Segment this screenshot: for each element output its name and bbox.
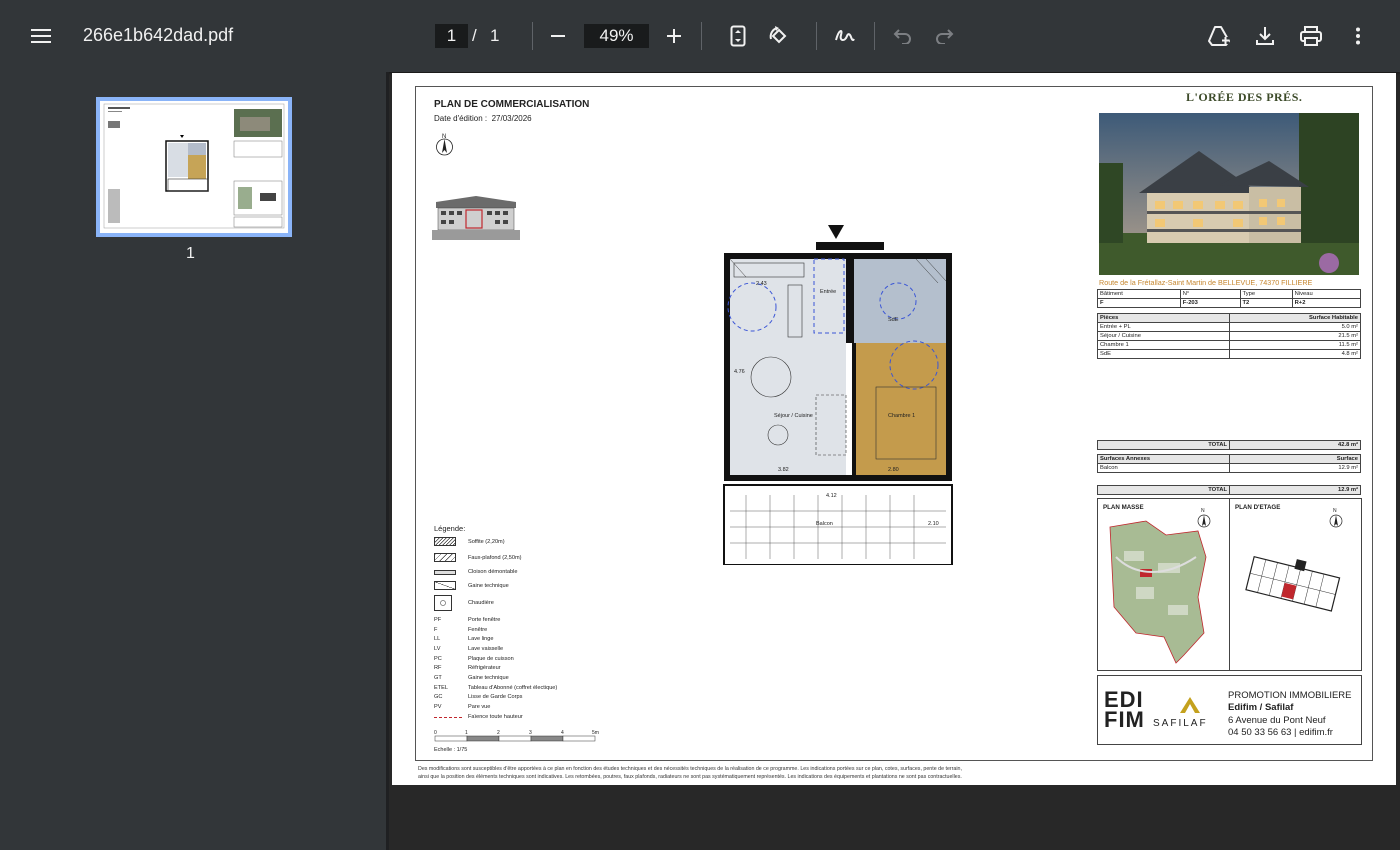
table-row: Chambre 1 11.5 m² [1097, 340, 1361, 350]
project-address: Route de la Frétallaz-Saint Martin de BE… [1099, 278, 1313, 287]
svg-text:4: 4 [561, 730, 564, 736]
north-arrow-icon: N [434, 131, 456, 162]
edition-date: Date d'édition : 27/03/2026 [434, 114, 532, 123]
room-label-sde: SdE [888, 317, 899, 323]
room-label-sejour: Séjour / Cuisine [774, 413, 813, 419]
svg-text:0: 0 [434, 730, 437, 736]
document-title: 266e1b642dad.pdf [83, 25, 234, 45]
undo-icon[interactable] [885, 18, 921, 54]
svg-text:N: N [1201, 508, 1205, 514]
zoom-out-icon[interactable] [540, 18, 576, 54]
rooms-table: Pièces Surface Habitable Entrée + PL 5.0 m… [1097, 313, 1361, 359]
more-icon[interactable] [1340, 18, 1376, 54]
legend-item: LL Lave linge [434, 636, 494, 642]
total-annex-row: TOTAL 12.9 m² [1097, 485, 1361, 495]
scale-label: Echelle : 1/75 [434, 747, 468, 753]
legend-item: F Fenêtre [434, 627, 488, 633]
developer-box: EDI FIM SAFILAF PROMOTION IMMOBILIERE Edi… [1097, 675, 1362, 745]
toolbar-divider [874, 22, 875, 50]
room-label-balcon: Balcon [816, 521, 833, 527]
save-to-drive-icon[interactable] [1201, 18, 1237, 54]
menu-icon[interactable] [23, 18, 59, 54]
page-frame: PLAN DE COMMERCIALISATION Date d'édition… [415, 86, 1373, 761]
dimension-label: 4.76 [734, 369, 745, 375]
dimension-label: 2.10 [928, 521, 939, 527]
svg-text:1: 1 [465, 730, 468, 736]
room-label-chambre: Chambre 1 [888, 413, 915, 419]
plan-masse-label: PLAN MASSE [1103, 504, 1144, 511]
annotate-icon[interactable] [826, 18, 862, 54]
promo-line: 04 50 33 56 63 | edifim.fr [1228, 727, 1333, 738]
legend-item: LV Lave vaisselle [434, 646, 504, 652]
pdf-page: PLAN DE COMMERCIALISATION Date d'édition… [392, 73, 1396, 785]
safilaf-logo-icon [1178, 696, 1202, 719]
svg-text:N: N [1333, 508, 1337, 514]
toolbar-divider [701, 22, 702, 50]
floor-plan: Entrée Séjour / Cuisine Chambre 1 SdE Ba… [716, 225, 956, 570]
site-plan-map [1106, 517, 1218, 670]
zoom-in-icon[interactable] [656, 18, 692, 54]
annex-table: Surfaces Annexes Surface Balcon 12.9 m² [1097, 454, 1361, 473]
page-number-input[interactable] [435, 24, 468, 48]
page-thumbnail[interactable] [96, 97, 292, 237]
dimension-label: 4.12 [826, 493, 837, 499]
legend-item: PV Pare vue [434, 704, 491, 710]
table-row: Balcon 12.9 m² [1097, 463, 1361, 473]
promo-line: 6 Avenue du Pont Neuf [1228, 715, 1326, 726]
legend-item: PF Porte fenêtre [434, 617, 501, 623]
total-habitable-row: TOTAL 42.8 m² [1097, 440, 1361, 450]
table-row: Séjour / Cuisine 21.5 m² [1097, 331, 1361, 341]
rotate-icon[interactable] [761, 18, 797, 54]
building-photo [1099, 113, 1359, 275]
fit-page-icon[interactable] [720, 18, 756, 54]
lot-info-table: Bâtiment N° Type Niveau F F-203 T2 R+2 [1097, 289, 1362, 308]
site-maps: PLAN MASSE PLAN D'ETAGE N N [1097, 498, 1362, 671]
download-icon[interactable] [1247, 18, 1283, 54]
thumbnail-page-preview [100, 101, 288, 233]
print-icon[interactable] [1293, 18, 1329, 54]
toolbar-divider [532, 22, 533, 50]
legend-item: PC Plaque de cuisson [434, 656, 514, 662]
room-label-entree: Entrée [820, 289, 836, 295]
svg-text:2: 2 [497, 730, 500, 736]
plan-etage-label: PLAN D'ETAGE [1235, 504, 1281, 511]
toolbar-divider [816, 22, 817, 50]
north-arrow-icon: N [1328, 507, 1344, 534]
legend-item: Faïence toute hauteur [434, 714, 523, 720]
zoom-input[interactable] [584, 24, 649, 48]
page-separator: / [472, 26, 477, 45]
page-total: 1 [490, 26, 500, 45]
legend-item: RF Réfrigérateur [434, 665, 501, 671]
dimension-label: 2.80 [888, 467, 899, 473]
page-title: PLAN DE COMMERCIALISATION [434, 99, 590, 110]
dimension-label: 3.82 [778, 467, 789, 473]
safilaf-logo-text: SAFILAF [1153, 718, 1208, 729]
legend-item: Faux-plafond (2,50m) [434, 553, 521, 562]
legend-title: Légende: [434, 524, 466, 533]
dimension-label: 2.43 [756, 281, 767, 287]
table-row: Entrée + PL 5.0 m² [1097, 322, 1361, 332]
legend-item: Chaudière [434, 595, 494, 611]
legend-item: ETEL Tableau d'Abonné (coffret électique) [434, 685, 558, 691]
disclaimer: Des modifications sont susceptibles d'êt… [418, 766, 962, 780]
table-row: SdE 4.8 m² [1097, 349, 1361, 359]
svg-text:3: 3 [529, 730, 532, 736]
pdf-toolbar: 266e1b642dad.pdf / 1 [0, 0, 1400, 72]
redo-icon[interactable] [926, 18, 962, 54]
legend-item: Soffite (2,20m) [434, 537, 505, 546]
legend-item: GC Lisse de Garde Corps [434, 694, 523, 700]
svg-text:5m: 5m [592, 730, 599, 736]
sidebar-divider[interactable] [386, 72, 389, 850]
brand-logo: L'ORÉE DES PRÉS. [1186, 90, 1303, 104]
promo-line: Edifim / Safilaf [1228, 702, 1294, 713]
building-elevation-icon [432, 194, 520, 245]
legend-item: GT Gaine technique [434, 675, 509, 681]
edifim-logo: EDI FIM [1104, 687, 1145, 732]
maps-divider [1229, 499, 1230, 670]
legend-item: Cloison démontable [434, 569, 517, 575]
promo-line: PROMOTION IMMOBILIERE [1228, 690, 1352, 701]
floor-locator-map [1238, 547, 1348, 632]
thumbnail-page-number: 1 [186, 245, 195, 262]
legend-item: Gaine technique [434, 581, 509, 590]
